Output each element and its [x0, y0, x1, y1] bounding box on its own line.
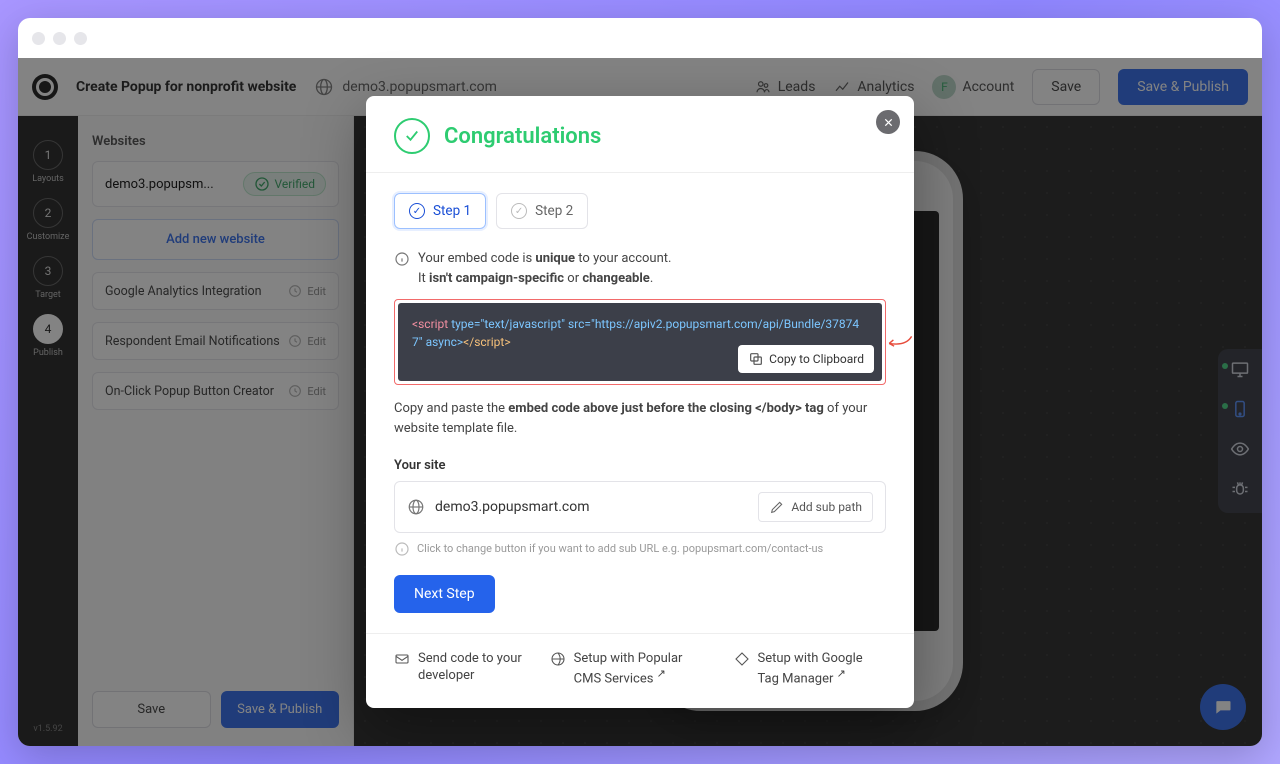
step-2-tab[interactable]: ✓ Step 2 [496, 193, 588, 229]
close-icon [883, 117, 894, 128]
zoom-traffic-icon[interactable] [74, 32, 87, 45]
minimize-traffic-icon[interactable] [53, 32, 66, 45]
app-area: Create Popup for nonprofit website demo3… [18, 58, 1262, 746]
embed-code-container: <script type="text/javascript" src="http… [394, 299, 886, 385]
info-icon [394, 251, 410, 267]
sub-path-hint: Click to change button if you want to ad… [394, 541, 886, 557]
site-value[interactable]: demo3.popupsmart.com [435, 499, 590, 515]
copy-icon [748, 351, 764, 367]
cms-setup-link[interactable]: Setup with Popular CMS Services ↗ [550, 650, 708, 688]
globe-icon [407, 498, 425, 516]
tag-manager-icon [734, 651, 750, 667]
external-link-icon: ↗ [657, 667, 666, 680]
close-modal-button[interactable] [876, 110, 900, 134]
close-traffic-icon[interactable] [32, 32, 45, 45]
embed-unique-note: Your embed code is unique to your accoun… [394, 249, 886, 289]
mac-titlebar [18, 18, 1262, 58]
success-check-icon [394, 118, 430, 154]
modal-title: Congratulations [444, 124, 601, 149]
globe-icon [550, 651, 566, 667]
copy-clipboard-button[interactable]: Copy to Clipboard [738, 345, 874, 373]
external-link-icon: ↗ [837, 667, 846, 680]
pencil-icon [769, 499, 785, 515]
check-circle-icon: ✓ [409, 203, 425, 219]
modal-overlay: Congratulations ✓ Step 1 ✓ Step 2 [18, 58, 1262, 746]
send-developer-link[interactable]: Send code to your developer [394, 650, 524, 688]
step-1-tab[interactable]: ✓ Step 1 [394, 193, 486, 229]
add-sub-path-button[interactable]: Add sub path [758, 492, 873, 522]
embed-instructions: Copy and paste the embed code above just… [394, 399, 886, 439]
congrats-modal: Congratulations ✓ Step 1 ✓ Step 2 [366, 96, 914, 708]
mail-icon [394, 651, 410, 667]
site-input-row: demo3.popupsmart.com Add sub path [394, 481, 886, 533]
embed-code[interactable]: <script type="text/javascript" src="http… [398, 303, 882, 381]
gtm-setup-link[interactable]: Setup with Google Tag Manager ↗ [734, 650, 887, 688]
info-icon [394, 541, 410, 557]
check-circle-icon: ✓ [511, 203, 527, 219]
your-site-label: Your site [394, 458, 886, 473]
next-step-button[interactable]: Next Step [394, 575, 495, 613]
app-window: Create Popup for nonprofit website demo3… [18, 18, 1262, 746]
arrow-annotation-icon [885, 332, 913, 352]
